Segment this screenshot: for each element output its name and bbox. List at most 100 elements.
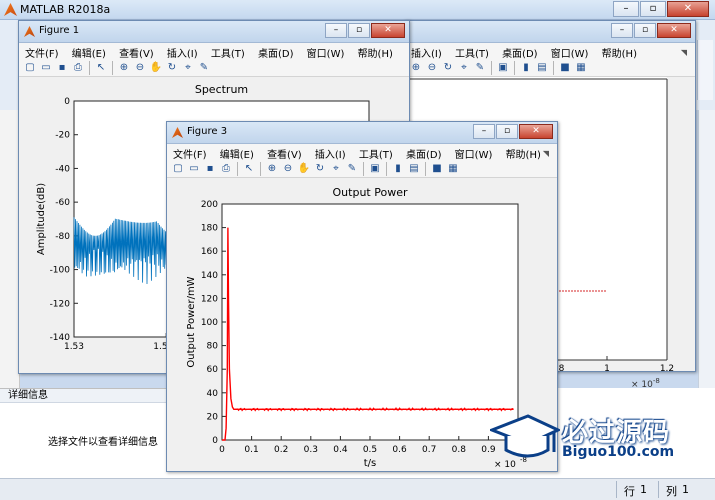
restore-button[interactable]: ▫ <box>348 23 370 38</box>
menu-view[interactable]: 查看(V) <box>261 144 306 161</box>
data-cursor-icon[interactable]: ⌖ <box>329 162 343 176</box>
hide-plot-tools-icon[interactable]: ■ <box>558 61 572 75</box>
rotate-icon[interactable]: ↻ <box>313 162 327 176</box>
menu-desktop[interactable]: 桌面(D) <box>252 43 298 60</box>
menu-tools[interactable]: 工具(T) <box>449 43 493 60</box>
x-tick-label: 1.2 <box>660 364 674 373</box>
close-button[interactable]: ✕ <box>657 23 691 38</box>
x-tick-label: 0.3 <box>304 445 318 455</box>
menu-tools[interactable]: 工具(T) <box>353 144 397 161</box>
close-button[interactable]: ✕ <box>667 1 709 17</box>
y-tick-label: 60 <box>207 365 219 375</box>
print-icon[interactable]: ⎙ <box>71 61 85 75</box>
colorbar-icon[interactable]: ▮ <box>391 162 405 176</box>
figure1-title-bar: Figure 1 – ▫ ✕ <box>19 21 409 43</box>
show-plot-tools-icon[interactable]: ▦ <box>574 61 588 75</box>
details-panel: 详细信息 选择文件以查看详细信息 <box>0 388 172 478</box>
details-panel-title: 详细信息 <box>0 389 172 403</box>
legend-icon[interactable]: ▤ <box>535 61 549 75</box>
menu-insert[interactable]: 插入(I) <box>405 43 446 60</box>
y-tick-label: -80 <box>55 232 70 242</box>
brush-icon[interactable]: ✎ <box>473 61 487 75</box>
menu-tools[interactable]: 工具(T) <box>205 43 249 60</box>
menu-window[interactable]: 窗口(W) <box>545 43 593 60</box>
restore-button[interactable]: ▫ <box>496 124 518 139</box>
menu-edit[interactable]: 编辑(E) <box>214 144 258 161</box>
pointer-icon[interactable]: ↖ <box>242 162 256 176</box>
restore-button[interactable]: ▫ <box>640 1 666 17</box>
menu-edit[interactable]: 编辑(E) <box>66 43 110 60</box>
menu-insert[interactable]: 插入(I) <box>309 144 350 161</box>
pan-icon[interactable]: ✋ <box>297 162 311 176</box>
brush-icon[interactable]: ✎ <box>345 162 359 176</box>
zoom-in-icon[interactable]: ⊕ <box>265 162 279 176</box>
new-figure-icon[interactable]: ▢ <box>171 162 185 176</box>
menu-help[interactable]: 帮助(H) <box>596 43 641 60</box>
status-row-value: 1 <box>640 483 647 496</box>
current-folder-panel[interactable] <box>0 110 20 390</box>
menu-window[interactable]: 窗口(W) <box>449 144 497 161</box>
save-icon[interactable]: ▪ <box>55 61 69 75</box>
x-tick-label: 0.4 <box>333 445 348 455</box>
menu-help[interactable]: 帮助(H) <box>352 43 397 60</box>
matlab-logo-icon <box>172 127 183 138</box>
legend-icon[interactable]: ▤ <box>407 162 421 176</box>
menu-desktop[interactable]: 桌面(D) <box>496 43 542 60</box>
figure3-title: Figure 3 <box>187 126 228 137</box>
menu-view[interactable]: 查看(V) <box>113 43 158 60</box>
brush-icon[interactable]: ✎ <box>197 61 211 75</box>
zoom-in-icon[interactable]: ⊕ <box>409 61 423 75</box>
print-icon[interactable]: ⎙ <box>219 162 233 176</box>
colorbar-icon[interactable]: ▮ <box>519 61 533 75</box>
link-icon[interactable]: ▣ <box>496 61 510 75</box>
details-panel-message: 选择文件以查看详细信息 <box>48 437 158 448</box>
x-tick-label: 0.8 <box>452 445 467 455</box>
menu-file[interactable]: 文件(F) <box>167 144 211 161</box>
menu-file[interactable]: 文件(F) <box>19 43 63 60</box>
chart-title: Spectrum <box>195 83 248 96</box>
link-icon[interactable]: ▣ <box>368 162 382 176</box>
data-cursor-icon[interactable]: ⌖ <box>457 61 471 75</box>
new-figure-icon[interactable]: ▢ <box>23 61 37 75</box>
menu-window[interactable]: 窗口(W) <box>301 43 349 60</box>
data-cursor-icon[interactable]: ⌖ <box>181 61 195 75</box>
figure3-title-bar: Figure 3 – ▫ ✕ <box>167 122 557 144</box>
pointer-icon[interactable]: ↖ <box>94 61 108 75</box>
open-file-icon[interactable]: ▭ <box>39 61 53 75</box>
dock-arrow-icon[interactable]: ◥ <box>675 46 691 57</box>
pan-icon[interactable]: ✋ <box>149 61 163 75</box>
status-bar: 行 1 列 1 <box>0 478 715 500</box>
minimize-button[interactable]: – <box>611 23 633 38</box>
y-tick-label: -20 <box>55 131 70 141</box>
restore-button[interactable]: ▫ <box>634 23 656 38</box>
rotate-icon[interactable]: ↻ <box>165 61 179 75</box>
menu-insert[interactable]: 插入(I) <box>161 43 202 60</box>
minimize-button[interactable]: – <box>473 124 495 139</box>
dock-arrow-icon[interactable]: ◥ <box>537 147 553 158</box>
toolstrip-side-icons[interactable] <box>697 40 713 100</box>
matlab-logo-icon <box>24 26 35 37</box>
save-icon[interactable]: ▪ <box>203 162 217 176</box>
y-tick-label: 200 <box>201 200 218 210</box>
minimize-button[interactable]: – <box>613 1 639 17</box>
zoom-out-icon[interactable]: ⊖ <box>281 162 295 176</box>
minimize-button[interactable]: – <box>325 23 347 38</box>
hide-plot-tools-icon[interactable]: ■ <box>430 162 444 176</box>
show-plot-tools-icon[interactable]: ▦ <box>446 162 460 176</box>
logo-text-en: Biguo100.com <box>562 444 675 460</box>
zoom-out-icon[interactable]: ⊖ <box>425 61 439 75</box>
open-file-icon[interactable]: ▭ <box>187 162 201 176</box>
figure2-title-bar: – ▫ ✕ <box>405 21 695 43</box>
zoom-out-icon[interactable]: ⊖ <box>133 61 147 75</box>
matlab-logo-icon <box>4 3 17 16</box>
zoom-in-icon[interactable]: ⊕ <box>117 61 131 75</box>
status-col-value: 1 <box>682 483 689 496</box>
status-separator <box>658 481 659 498</box>
close-button[interactable]: ✕ <box>371 23 405 38</box>
figure1-menubar: 文件(F) 编辑(E) 查看(V) 插入(I) 工具(T) 桌面(D) 窗口(W… <box>19 43 409 60</box>
x-tick-label: 0.6 <box>392 445 407 455</box>
y-axis-label: Amplitude(dB) <box>36 183 47 255</box>
rotate-icon[interactable]: ↻ <box>441 61 455 75</box>
menu-desktop[interactable]: 桌面(D) <box>400 144 446 161</box>
close-button[interactable]: ✕ <box>519 124 553 139</box>
